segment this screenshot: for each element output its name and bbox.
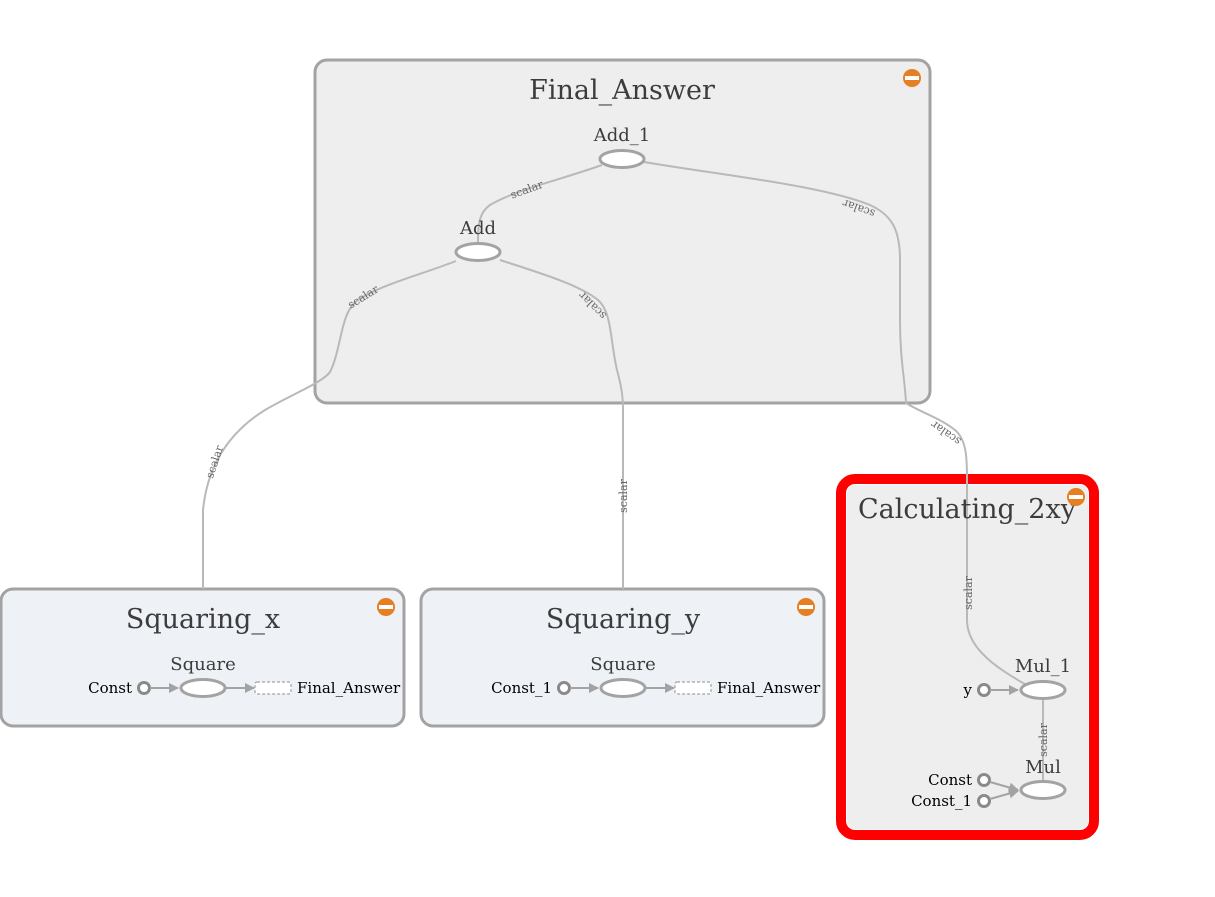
const-1-label: Const_1 <box>911 792 972 810</box>
edge-label: scalar <box>1037 722 1050 756</box>
node-label-mul: Mul <box>1025 757 1061 778</box>
const-1-node[interactable] <box>557 681 571 695</box>
graph-canvas: scalar scalar scalar scalar scalar scala… <box>0 58 1099 840</box>
const-node[interactable] <box>977 773 991 787</box>
collapse-minus-icon[interactable] <box>1067 488 1085 506</box>
node-add-1[interactable] <box>598 149 646 169</box>
const-1-label: Const_1 <box>491 679 552 697</box>
group-title-squaring-y: Squaring_y <box>546 604 701 635</box>
collapse-minus-icon[interactable] <box>903 69 921 87</box>
output-ref-label: Final_Answer <box>717 679 821 697</box>
node-label-add-1: Add_1 <box>593 125 651 146</box>
node-mul[interactable] <box>1019 780 1067 800</box>
output-ref-label: Final_Answer <box>297 679 401 697</box>
output-ref-box[interactable] <box>674 681 712 695</box>
const-label: Const <box>88 679 132 697</box>
node-label-mul-1: Mul_1 <box>1015 656 1071 677</box>
group-title-final-answer: Final_Answer <box>529 75 715 106</box>
y-node[interactable] <box>977 683 991 697</box>
node-square[interactable] <box>599 678 647 698</box>
collapse-minus-icon[interactable] <box>377 598 395 616</box>
const-label: Const <box>928 771 972 789</box>
group-title-squaring-x: Squaring_x <box>126 604 280 635</box>
collapse-minus-icon[interactable] <box>797 598 815 616</box>
node-label-square: Square <box>590 654 655 675</box>
node-label-square: Square <box>170 654 235 675</box>
y-label: y <box>963 681 973 699</box>
node-add[interactable] <box>454 242 502 262</box>
edge-label: scalar <box>962 575 975 609</box>
edge-label: scalar <box>617 478 630 512</box>
const-node[interactable] <box>137 681 151 695</box>
group-final-answer[interactable] <box>313 58 932 405</box>
node-square[interactable] <box>179 678 227 698</box>
output-ref-box[interactable] <box>254 681 292 695</box>
const-1-node[interactable] <box>977 794 991 808</box>
node-mul-1[interactable] <box>1019 680 1067 700</box>
group-title-calculating-2xy: Calculating_2xy <box>858 494 1077 525</box>
edge-label: scalar <box>203 443 226 480</box>
node-label-add: Add <box>459 218 496 239</box>
